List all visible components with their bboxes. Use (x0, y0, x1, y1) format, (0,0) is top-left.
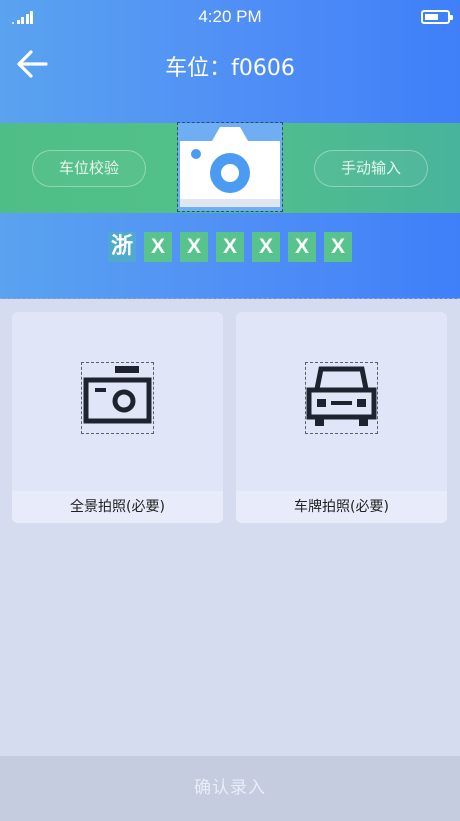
capture-camera-button[interactable] (177, 122, 283, 212)
camera-icon (81, 362, 154, 434)
capture-band: 车位校验 手动输入 (0, 122, 460, 213)
plate-char[interactable]: X (288, 232, 316, 262)
plate-char[interactable]: X (144, 232, 172, 262)
plate-char[interactable]: X (252, 232, 280, 262)
status-time: 4:20 PM (198, 7, 262, 26)
panorama-photo-card[interactable]: 全景拍照(必要) (12, 312, 223, 523)
plate-photo-card[interactable]: 车牌拍照(必要) (236, 312, 447, 523)
manual-input-button[interactable]: 手动输入 (314, 150, 428, 187)
battery-icon (421, 10, 453, 24)
verify-spot-button[interactable]: 车位校验 (32, 150, 146, 187)
plate-number: 浙 X X X X X X (0, 232, 460, 264)
status-bar: 4:20 PM (0, 0, 460, 34)
plate-char[interactable]: X (180, 232, 208, 262)
camera-icon (180, 127, 280, 207)
page-title: 车位：f0606 (165, 56, 295, 81)
car-icon (305, 362, 378, 434)
header: 4:20 PM 车位：f0606 车位校验 手动输入 浙 X X X X X X (0, 0, 460, 299)
plate-char[interactable]: X (216, 232, 244, 262)
plate-char[interactable]: X (324, 232, 352, 262)
confirm-entry-button[interactable]: 确认录入 (0, 756, 460, 821)
panorama-photo-label: 全景拍照(必要) (12, 491, 223, 523)
plate-photo-label: 车牌拍照(必要) (236, 491, 447, 523)
plate-province[interactable]: 浙 (108, 232, 136, 262)
